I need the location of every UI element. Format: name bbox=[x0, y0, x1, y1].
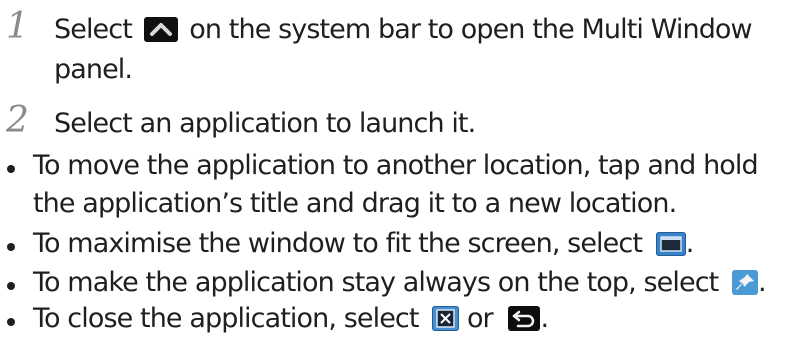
step-number: 2 bbox=[6, 100, 29, 141]
bullet-dot bbox=[7, 165, 15, 173]
step-text: Select an application to launch it. bbox=[54, 108, 476, 139]
maximise-window-icon bbox=[655, 232, 686, 256]
bullet-text: To move the application to another locat… bbox=[33, 150, 759, 181]
back-arrow-icon bbox=[508, 306, 541, 331]
bullet-dot bbox=[7, 282, 15, 290]
instruction-page: 1 Select on the system bar to open the M… bbox=[6, 6, 767, 334]
step-number: 1 bbox=[6, 6, 29, 47]
pin-icon bbox=[732, 270, 759, 295]
bullet-dot bbox=[7, 318, 15, 326]
bullet-text: the application’s title and drag it to a… bbox=[33, 188, 677, 219]
chevron-up-icon bbox=[143, 17, 178, 42]
bullet-text: To maximise the window to fit the screen… bbox=[33, 228, 694, 259]
close-x-icon bbox=[432, 306, 460, 331]
step-text: Select on the system bar to open the Mul… bbox=[54, 14, 753, 45]
bullet-dot bbox=[7, 243, 15, 251]
bullet-text: To close the application, select or . bbox=[33, 303, 549, 334]
bullet-text: To make the application stay always on t… bbox=[33, 267, 767, 298]
